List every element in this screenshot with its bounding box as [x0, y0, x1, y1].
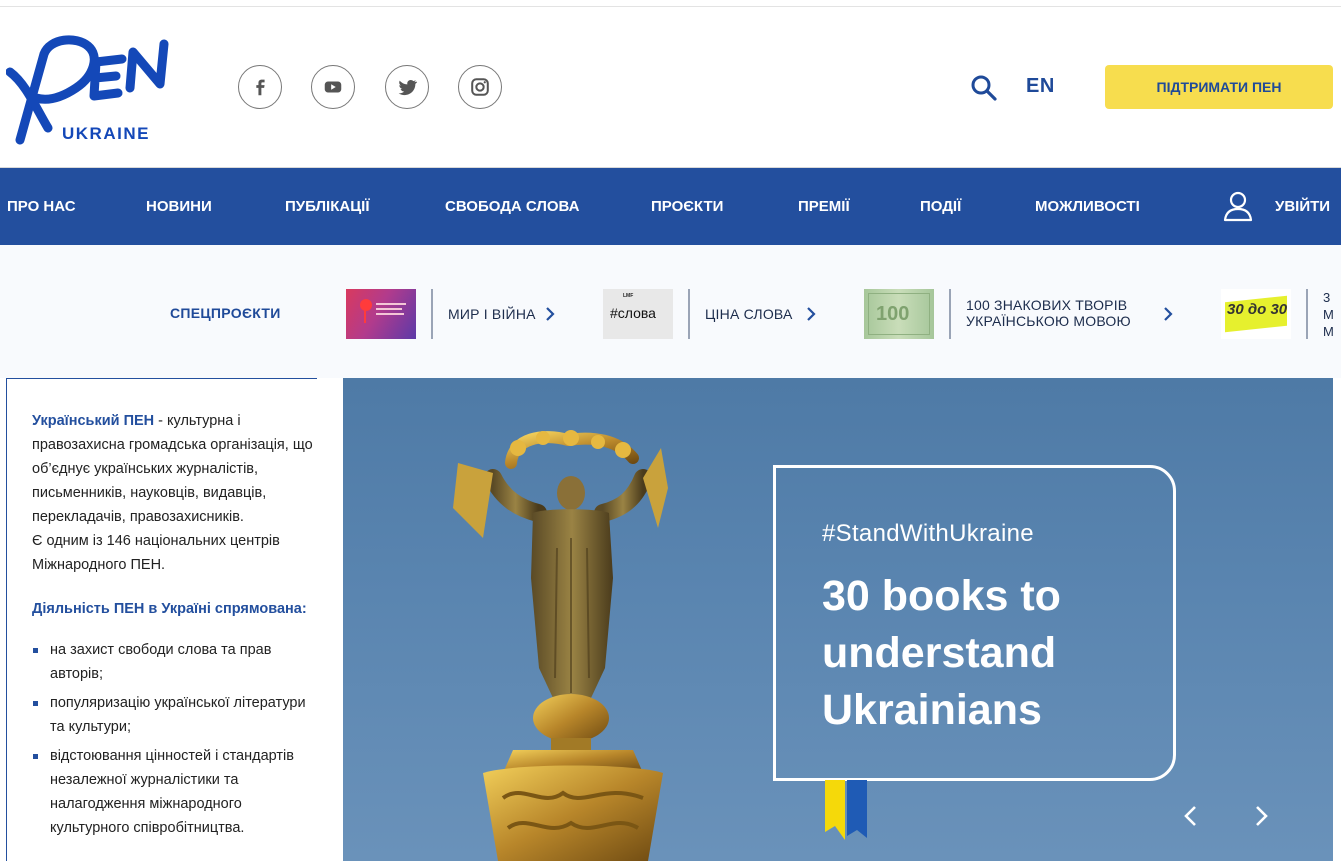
project-separator [431, 289, 433, 339]
nav-item-freedom-of-speech[interactable]: СВОБОДА СЛОВА [445, 168, 579, 245]
instagram-button[interactable] [458, 65, 502, 109]
chevron-right-icon[interactable] [806, 306, 816, 322]
search-button[interactable] [969, 73, 999, 103]
project-thumbnail-30-to-30[interactable]: 30 до 30 [1221, 289, 1291, 339]
activity-list: на захист свободи слова та прав авторів;… [32, 638, 317, 840]
youtube-button[interactable] [311, 65, 355, 109]
nav-item-publications[interactable]: ПУБЛІКАЦІЇ [285, 168, 369, 245]
user-icon[interactable] [1222, 190, 1254, 222]
project-title-100-works[interactable]: 100 ЗНАКОВИХ ТВОРІВ УКРАЇНСЬКОЮ МОВОЮ [966, 297, 1131, 329]
list-item: відстоювання цінностей і стандартів неза… [32, 744, 322, 840]
project-separator [688, 289, 690, 339]
project-title-30-to-30[interactable]: 3 М М [1323, 289, 1334, 340]
slider-prev-icon[interactable] [1178, 803, 1204, 829]
search-icon [971, 75, 997, 101]
list-item: популяризацію української літератури та … [32, 691, 322, 739]
independence-monument-image [453, 430, 668, 861]
svg-text:UKRAINE: UKRAINE [62, 124, 150, 143]
facebook-button[interactable] [238, 65, 282, 109]
about-sidebar: Український ПЕН - культурна і правозахис… [6, 378, 317, 861]
nav-item-projects[interactable]: ПРОЄКТИ [651, 168, 723, 245]
project-thumbnail-peace-war[interactable] [346, 289, 416, 339]
support-pen-button[interactable]: ПІДТРИМАТИ ПЕН [1105, 65, 1333, 109]
slider-next-icon[interactable] [1248, 803, 1274, 829]
project-title-price-of-word[interactable]: ЦІНА СЛОВА [705, 306, 793, 322]
instagram-icon [471, 78, 489, 96]
chevron-right-icon[interactable] [1163, 306, 1173, 322]
pen-ukraine-logo[interactable]: UKRAINE [6, 32, 171, 147]
ukraine-ribbon-icon [825, 780, 867, 840]
nav-item-news[interactable]: НОВИНИ [146, 168, 212, 245]
nav-item-events[interactable]: ПОДІЇ [920, 168, 961, 245]
special-projects-bar: СПЕЦПРОЄКТИ МИР І ВІЙНА LMF #слова ЦІНА … [0, 245, 1341, 378]
twitter-button[interactable] [385, 65, 429, 109]
chevron-right-icon[interactable] [545, 306, 555, 322]
nav-item-awards[interactable]: ПРЕМІЇ [798, 168, 850, 245]
twitter-icon [398, 80, 418, 96]
hero-slider[interactable]: #StandWithUkraine 30 books to understand… [343, 378, 1333, 861]
org-name-link[interactable]: Український ПЕН [32, 413, 154, 429]
project-thumbnail-100-works[interactable]: 100 [864, 289, 934, 339]
project-title-peace-war[interactable]: МИР І ВІЙНА [448, 306, 536, 322]
about-paragraph: Український ПЕН - культурна і правозахис… [32, 413, 313, 573]
youtube-icon [324, 81, 342, 93]
nav-item-opportunities[interactable]: МОЖЛИВОСТІ [1035, 168, 1140, 245]
activity-heading: Діяльність ПЕН в Україні спрямована: [32, 601, 307, 617]
site-header: UKRAINE EN ПІДТРИМАТИ ПЕН [0, 7, 1341, 168]
project-thumbnail-price-of-word[interactable]: LMF #слова [603, 289, 673, 339]
facebook-icon [256, 79, 265, 96]
list-item: на захист свободи слова та прав авторів; [32, 638, 322, 686]
hero-title[interactable]: 30 books to understand Ukrainians [822, 568, 1182, 739]
main-navigation: ПРО НАС НОВИНИ ПУБЛІКАЦІЇ СВОБОДА СЛОВА … [0, 168, 1341, 245]
special-projects-label: СПЕЦПРОЄКТИ [170, 305, 281, 321]
hero-hashtag: #StandWithUkraine [822, 520, 1034, 547]
language-switch[interactable]: EN [1026, 75, 1055, 98]
pen-logo-mark: UKRAINE [6, 35, 169, 145]
nav-item-about[interactable]: ПРО НАС [7, 168, 76, 245]
project-separator [949, 289, 951, 339]
project-separator [1306, 289, 1308, 339]
login-link[interactable]: УВІЙТИ [1275, 168, 1330, 245]
